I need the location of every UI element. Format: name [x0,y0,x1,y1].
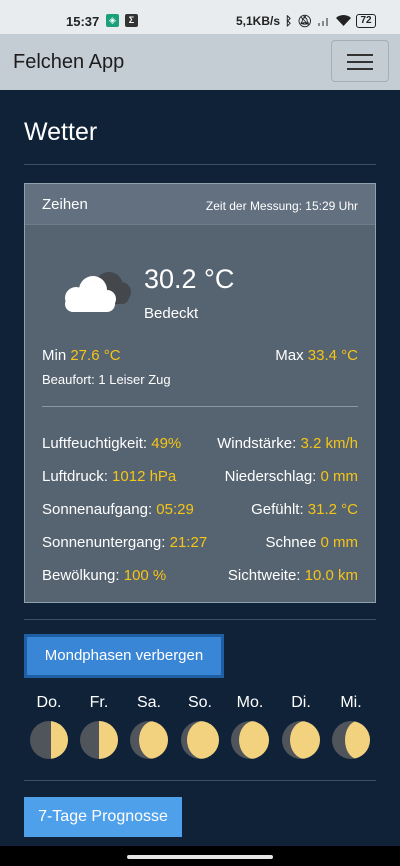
divider [24,780,376,781]
moon-lit-portion [187,721,219,759]
moon-day-label: Di. [291,694,311,711]
humidity-label: Luftfeuchtigkeit: [42,435,148,452]
weather-card-header: Zeihen Zeit der Messung: 15:29 Uhr [25,184,375,225]
max-label-text: Max [275,347,304,364]
sunset-label: Sonnenuntergang: [42,534,166,551]
clouds-label: Bewölkung: [42,567,120,584]
clouds-value: 100 % [123,567,167,584]
divider [24,619,376,620]
location-name: Zeihen [42,196,88,213]
clouds-row: Bewölkung: 100 % [42,567,166,584]
moon-phase-icon [181,721,219,759]
shield-app-icon: ◈ [106,14,119,27]
moon-lit-portion [51,721,68,759]
weather-condition: Bedeckt [144,305,199,322]
menu-toggle-button[interactable] [331,40,389,82]
min-label-text: Min [42,347,67,364]
moon-day-label: Sa. [136,694,161,711]
wind-value: 3.2 km/h [300,435,358,452]
sunset-value: 21:27 [169,534,208,551]
divider [24,164,376,165]
snow-row: Schnee 0 mm [265,534,358,551]
moon-phase-icon [30,721,68,759]
pressure-row: Luftdruck: 1012 hPa [42,468,176,485]
battery-level: 72 [360,15,372,26]
moon-lit-portion [99,721,118,759]
moon-phase-icon [130,721,168,759]
moon-lit-portion [139,721,168,759]
sigma-app-icon: Σ [125,14,138,27]
moon-day-label: So. [187,694,212,711]
hamburger-icon [347,54,373,56]
hide-moon-phases-button[interactable]: Mondphasen verbergen [24,634,224,678]
pressure-label: Luftdruck: [42,468,108,485]
min-label: Min 27.6 °C [42,347,121,364]
card-divider [42,406,358,407]
weather-card: Zeihen Zeit der Messung: 15:29 Uhr 30.2 … [24,183,376,603]
precip-row: Niederschlag: 0 mm [225,468,358,485]
sunrise-label: Sonnenaufgang: [42,501,153,518]
snow-value: 0 mm [320,534,359,551]
battery-icon: 72 [356,14,376,28]
moon-phase-icon [332,721,370,759]
feels-value: 31.2 °C [307,501,358,518]
moon-day-label: Fr. [89,694,109,711]
bluetooth-icon: ᛒ [285,14,293,28]
moon-phase-icon [282,721,320,759]
sunrise-value: 05:29 [156,501,194,518]
app-brand[interactable]: Felchen App [13,51,124,74]
visibility-value: 10.0 km [304,567,358,584]
wind-label: Windstärke: [217,435,297,452]
moon-lit-portion [239,721,269,759]
network-speed: 5,1KB/s [236,14,281,28]
wifi-icon [336,15,352,26]
beaufort: Beaufort: 1 Leiser Zug [42,372,171,387]
feels-row: Gefühlt: 31.2 °C [251,501,358,518]
seven-day-forecast-button[interactable]: 7-Tage Prognosse [24,797,182,837]
home-indicator-bar [0,846,400,866]
max-value: 33.4 °C [307,347,358,364]
moon-day-label: Mo. [236,694,264,711]
visibility-label: Sichtweite: [227,567,301,584]
moon-lit-portion [290,721,320,759]
precip-label: Niederschlag: [224,468,317,485]
precip-value: 0 mm [320,468,359,485]
moon-day-label: Do. [36,694,62,711]
current-temperature: 30.2 °C [144,264,235,294]
snow-label: Schnee [265,534,317,551]
measurement-time: Zeit der Messung: 15:29 Uhr [205,199,358,213]
humidity-value: 49% [151,435,182,452]
home-indicator[interactable] [127,855,273,859]
status-time: 15:37 [66,14,100,29]
moon-phase-icon [231,721,269,759]
moon-lit-portion [345,721,370,759]
moon-day-label: Mi. [340,694,362,711]
moon-phase-icon [80,721,118,759]
sunset-row: Sonnenuntergang: 21:27 [42,534,207,551]
mute-icon: 🔕︎ [297,14,313,28]
pressure-value: 1012 hPa [112,468,177,485]
wind-row: Windstärke: 3.2 km/h [217,435,358,452]
cloudy-icon [65,272,131,312]
page-title: Wetter [24,118,98,146]
sunrise-row: Sonnenaufgang: 05:29 [42,501,194,518]
humidity-row: Luftfeuchtigkeit: 49% [42,435,181,452]
status-bar: 15:37 ◈ Σ 5,1KB/s ᛒ 🔕︎ 72 [0,0,400,34]
visibility-row: Sichtweite: 10.0 km [228,567,358,584]
max-label: Max 33.4 °C [275,347,358,364]
hamburger-icon-line [347,68,373,70]
feels-label: Gefühlt: [251,501,304,518]
min-value: 27.6 °C [70,347,121,364]
signal-icon [318,18,329,26]
hamburger-icon-line [347,61,373,63]
